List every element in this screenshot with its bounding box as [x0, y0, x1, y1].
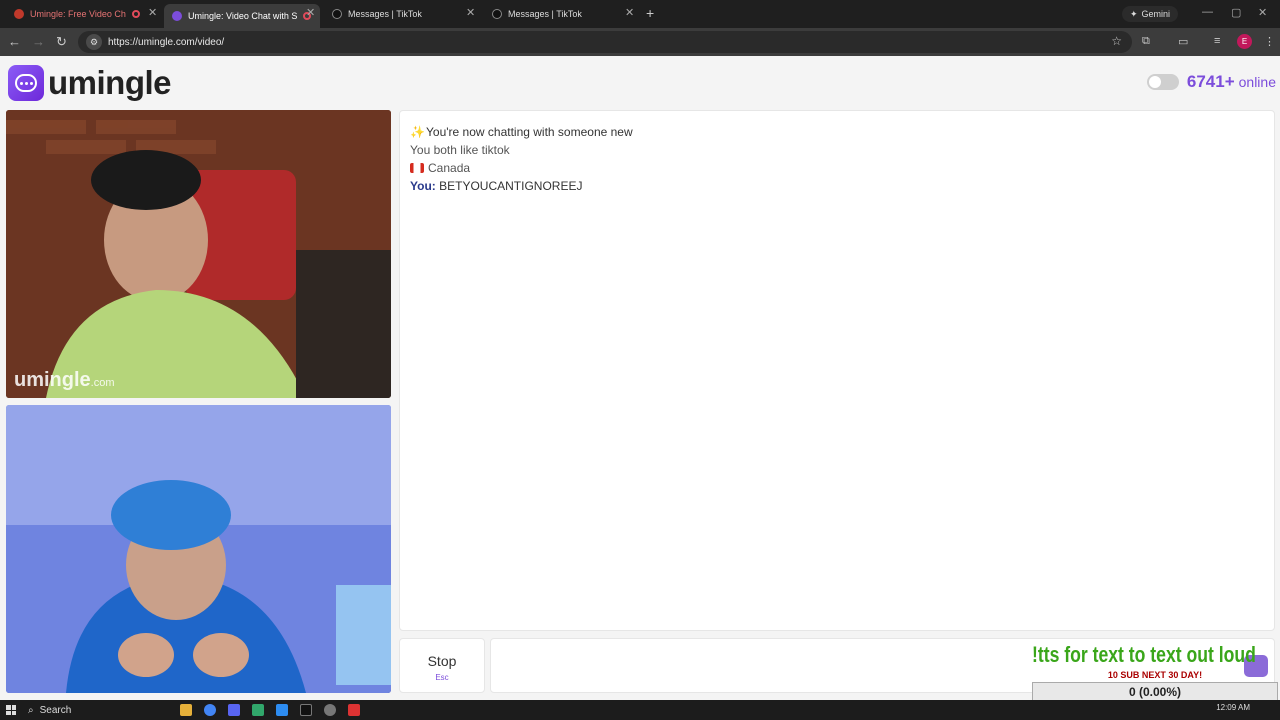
online-label: online [1238, 74, 1276, 90]
umingle-favicon-icon [172, 11, 182, 21]
extensions-icon[interactable]: ⧉ [1142, 35, 1150, 48]
self-video-frame [6, 405, 391, 693]
tab-close-icon[interactable]: ✕ [306, 6, 315, 19]
interest-message: You both like tiktok [410, 143, 510, 157]
maximize-icon[interactable]: ▢ [1231, 6, 1241, 19]
menu-kebab-icon[interactable]: ⋮ [1264, 35, 1275, 48]
stop-label: Stop [427, 653, 457, 669]
tiktok-favicon-icon [492, 9, 502, 19]
site-info-icon[interactable]: ⚙ [86, 34, 102, 50]
chat-bubble-logo-icon [8, 65, 44, 101]
taskbar-clock: 12:09 AM [1216, 703, 1250, 712]
sparkle-icon: ✨ [410, 125, 425, 139]
gemini-sparkle-icon: ✦ [1130, 8, 1138, 19]
window-close-icon[interactable]: ✕ [1258, 6, 1267, 19]
stranger-video-frame [6, 110, 391, 398]
address-bar[interactable]: ⚙ https://umingle.com/video/ ☆ [78, 31, 1132, 53]
stranger-video: umingle.com [6, 110, 391, 398]
country-line: Canada [410, 159, 1264, 177]
stop-button[interactable]: Stop Esc [399, 638, 485, 693]
tab-title: Umingle: Free Video Ch [30, 9, 126, 19]
reload-icon[interactable]: ↻ [56, 34, 67, 50]
taskbar-search[interactable]: ⌕ Search [28, 705, 168, 716]
minimize-icon[interactable]: — [1202, 6, 1213, 18]
browser-tab-bar: Umingle: Free Video Ch ✕ Umingle: Video … [0, 0, 1280, 28]
you-message: You: BETYOUCANTIGNOREEJ [410, 179, 583, 193]
search-label: Search [39, 704, 72, 716]
browser-toolbar: ← → ↻ ⚙ https://umingle.com/video/ ☆ ⧉ ▭… [0, 28, 1280, 56]
new-tab-button[interactable]: + [646, 5, 654, 21]
tab-title: Messages | TikTok [348, 9, 422, 19]
bookmark-star-icon[interactable]: ☆ [1111, 34, 1122, 48]
gemini-label: Gemini [1141, 9, 1171, 19]
settings-gear-icon[interactable] [324, 704, 336, 716]
umingle-favicon-icon [14, 9, 24, 19]
site-logo[interactable]: umingle [8, 64, 172, 102]
cast-icon[interactable]: ▭ [1178, 35, 1188, 48]
tab-title: Messages | TikTok [508, 9, 582, 19]
tab-close-icon[interactable]: ✕ [625, 6, 634, 19]
system-message: ✨You're now chatting with someone new [410, 125, 633, 139]
chrome-icon[interactable] [204, 704, 216, 716]
tab-umingle-2[interactable]: Umingle: Video Chat with S [164, 4, 320, 28]
capcut-icon[interactable] [300, 704, 312, 716]
forward-arrow-icon[interactable]: → [32, 34, 45, 49]
canada-flag-icon [410, 163, 424, 173]
back-arrow-icon[interactable]: ← [8, 34, 21, 49]
tab-close-icon[interactable]: ✕ [466, 6, 475, 19]
tab-umingle-1[interactable]: Umingle: Free Video Ch [6, 4, 162, 24]
tab-close-icon[interactable]: ✕ [148, 6, 157, 19]
online-indicator: 6741+ online [1146, 72, 1276, 92]
video-watermark: umingle.com [14, 369, 115, 391]
gemini-button[interactable]: ✦ Gemini [1122, 6, 1179, 22]
esc-shortcut-hint: Esc [435, 673, 449, 682]
logo-text: umingle [48, 64, 172, 101]
tab-tiktok-1[interactable]: Messages | TikTok [324, 4, 480, 24]
search-icon: ⌕ [28, 704, 34, 716]
chat-log: ✨You're now chatting with someone new Yo… [399, 110, 1275, 631]
sub-goal-progress: 0 (0.00%) [1032, 682, 1278, 702]
recording-icon [131, 10, 140, 18]
page-content: umingle 6741+ online umingle.com ✨You're… [0, 56, 1280, 702]
self-video [6, 405, 391, 693]
url-text: https://umingle.com/video/ [108, 36, 225, 48]
tab-title: Umingle: Video Chat with S [188, 11, 298, 21]
app-icon[interactable] [252, 704, 264, 716]
os-taskbar: ⌕ Search 12:09 AM [0, 700, 1280, 720]
tiktok-favicon-icon [332, 9, 342, 19]
profile-avatar[interactable]: E [1237, 34, 1252, 49]
online-count: 6741+ [1186, 72, 1235, 91]
mode-toggle[interactable] [1146, 74, 1179, 90]
stream-overlay: !tts for text to text out loud 10 SUB NE… [1032, 642, 1278, 702]
discord-icon[interactable] [228, 704, 240, 716]
sub-goal-text: 10 SUB NEXT 30 DAY! [1107, 670, 1203, 680]
tab-tiktok-2[interactable]: Messages | TikTok [484, 4, 640, 24]
app-icon[interactable] [276, 704, 288, 716]
windows-start-icon[interactable] [6, 705, 16, 715]
media-control-icon[interactable]: ≡ [1214, 35, 1220, 47]
tts-command-text: !tts for text to text out loud [1032, 642, 1256, 667]
app-icon[interactable] [348, 704, 360, 716]
file-explorer-icon[interactable] [180, 704, 192, 716]
